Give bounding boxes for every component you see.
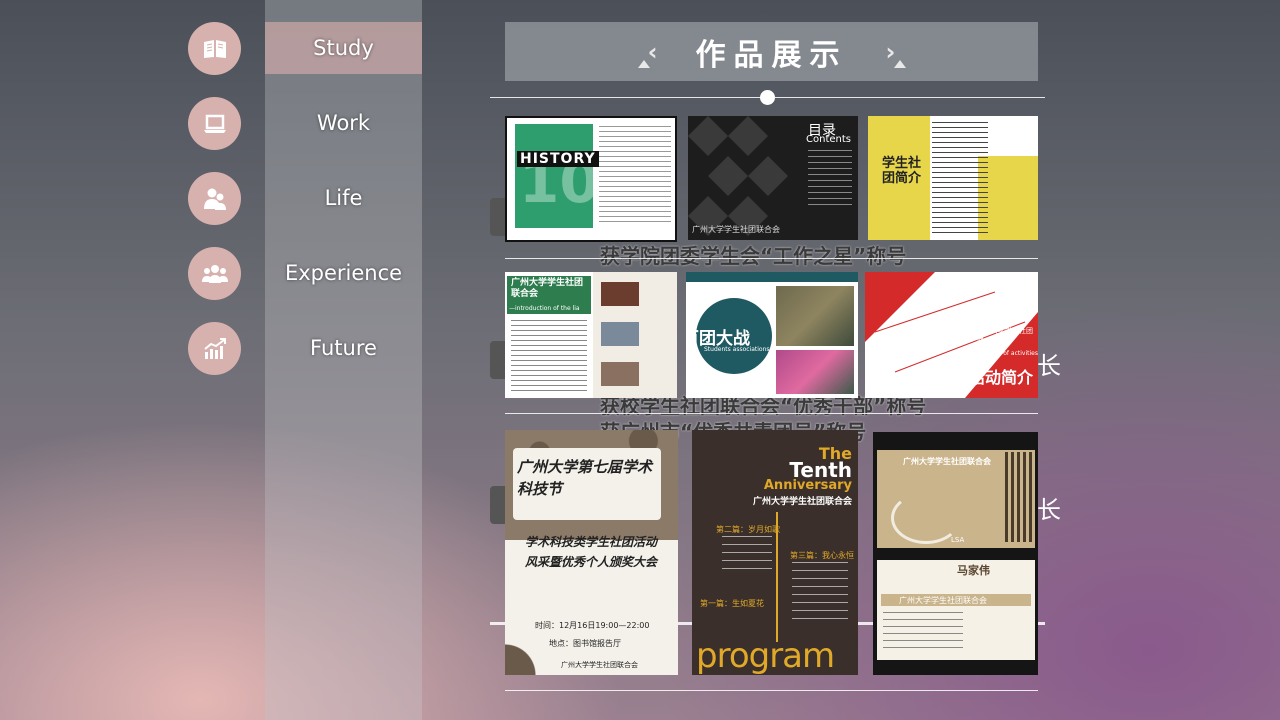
next-arrow-tri: [893, 59, 906, 68]
card-org: 广州大学学生社团联合会: [903, 457, 991, 466]
prev-arrow-tri: [637, 59, 650, 68]
background-char: 长: [1037, 352, 1061, 380]
timeline-marker: [490, 486, 506, 524]
science-corner-pattern: [505, 610, 545, 675]
baituan-photo: [776, 350, 854, 394]
baituan-subtitle: Students associations: [704, 346, 770, 353]
work-thumb-program[interactable]: The Tenth Anniversary 广州大学学生社团联合会 第二篇：岁月…: [692, 430, 858, 675]
program-lines: [722, 536, 772, 576]
program-chapter: 第二篇：岁月如歌: [716, 525, 780, 534]
row-divider: [505, 258, 1038, 259]
science-body: 学术科技类学生社团活动风采暨优秀个人颁奖大会: [524, 535, 657, 569]
next-arrow-icon[interactable]: ›: [886, 38, 906, 68]
lia-subtitle: —introduction of the lia: [509, 305, 580, 312]
laptop-icon[interactable]: [188, 97, 241, 150]
baituan-photo: [776, 286, 854, 346]
gallery-title: 作品展示: [695, 37, 848, 73]
history-text-lines: [599, 126, 671, 226]
work-thumb-card[interactable]: 广州大学学生社团联合会 LSA 马家伟 广州大学学生社团联合会: [873, 432, 1038, 675]
diamond-pattern: [688, 116, 788, 236]
award-text: 获学院团委学生会“工作之星”称号: [600, 244, 907, 268]
work-thumb-contents[interactable]: 目录 Contents 广州大学学生社团联合会: [688, 116, 858, 240]
gallery-header: ‹ 作品展示 ›: [505, 22, 1038, 81]
prev-arrow-icon[interactable]: ‹: [637, 38, 658, 68]
card-pattern: [1005, 452, 1033, 542]
card-lines: [883, 612, 963, 652]
activity-subtitle: Introduction of activities: [965, 350, 1038, 357]
program-word: program: [696, 636, 835, 675]
card-org-back: 广州大学学生社团联合会: [899, 596, 987, 605]
lia-title: 广州大学学生社团联合会: [511, 278, 584, 299]
baituan-header-bar: [686, 272, 858, 282]
science-org: 广州大学学生社团联合会: [561, 661, 638, 669]
lia-lines: [511, 320, 587, 392]
nav-item-experience[interactable]: Experience: [265, 247, 422, 299]
people-icon[interactable]: [188, 172, 241, 225]
work-thumb-lia[interactable]: 广州大学学生社团联合会 —introduction of the lia: [505, 272, 677, 398]
book-icon[interactable]: [188, 22, 241, 75]
group-icon[interactable]: [188, 247, 241, 300]
work-thumb-activity[interactable]: 活动简介 Introduction of activities 广州大学学生社团…: [865, 272, 1038, 398]
row-divider: [505, 413, 1038, 414]
nav-item-life[interactable]: Life: [265, 172, 422, 224]
row-divider: [505, 690, 1038, 691]
lia-photo: [601, 362, 639, 386]
timeline-marker: [490, 341, 506, 379]
card-name: 马家伟: [957, 564, 990, 577]
work-thumb-intro[interactable]: 学生社团简介: [868, 116, 1038, 240]
work-thumb-science[interactable]: 广州大学第七届学术科技节 学术科技类学生社团活动风采暨优秀个人颁奖大会 时间：1…: [505, 430, 678, 675]
slider-dot[interactable]: [760, 90, 775, 105]
contents-subtitle: Contents: [806, 134, 851, 145]
program-chapter: 第三篇：我心永恒: [790, 551, 854, 560]
activity-org: 广州大学学生社团联合会: [977, 327, 1033, 345]
program-lines: [792, 562, 848, 620]
background-char: 长: [1037, 496, 1061, 524]
growth-chart-icon[interactable]: [188, 322, 241, 375]
intro-title: 学生社团简介: [882, 156, 922, 186]
intro-lines: [932, 122, 988, 234]
card-lsa: LSA: [951, 536, 965, 544]
activity-title: 活动简介: [969, 368, 1034, 387]
work-thumb-history[interactable]: 10 HISTORY: [505, 116, 677, 242]
program-anniversary: Anniversary: [763, 478, 852, 493]
science-title: 广州大学第七届学术科技节: [517, 458, 653, 498]
lia-photo: [601, 282, 639, 306]
timeline-marker: [490, 198, 506, 236]
nav-item-study[interactable]: Study: [265, 22, 422, 74]
contents-footer: 广州大学学生社团联合会: [692, 225, 780, 234]
science-place: 地点：图书馆报告厅: [549, 639, 621, 648]
science-time: 时间：12月16日19:00—22:00: [535, 621, 650, 630]
history-title: HISTORY: [517, 151, 599, 167]
contents-lines: [808, 150, 852, 210]
nav-item-future[interactable]: Future: [265, 322, 422, 374]
nav-item-work[interactable]: Work: [265, 97, 422, 149]
program-org: 广州大学学生社团联合会: [752, 497, 852, 507]
work-thumb-baituan[interactable]: 百团大战 Students associations: [686, 272, 858, 398]
lia-photo: [601, 322, 639, 346]
program-chapter: 第一篇：生如夏花: [700, 599, 764, 608]
